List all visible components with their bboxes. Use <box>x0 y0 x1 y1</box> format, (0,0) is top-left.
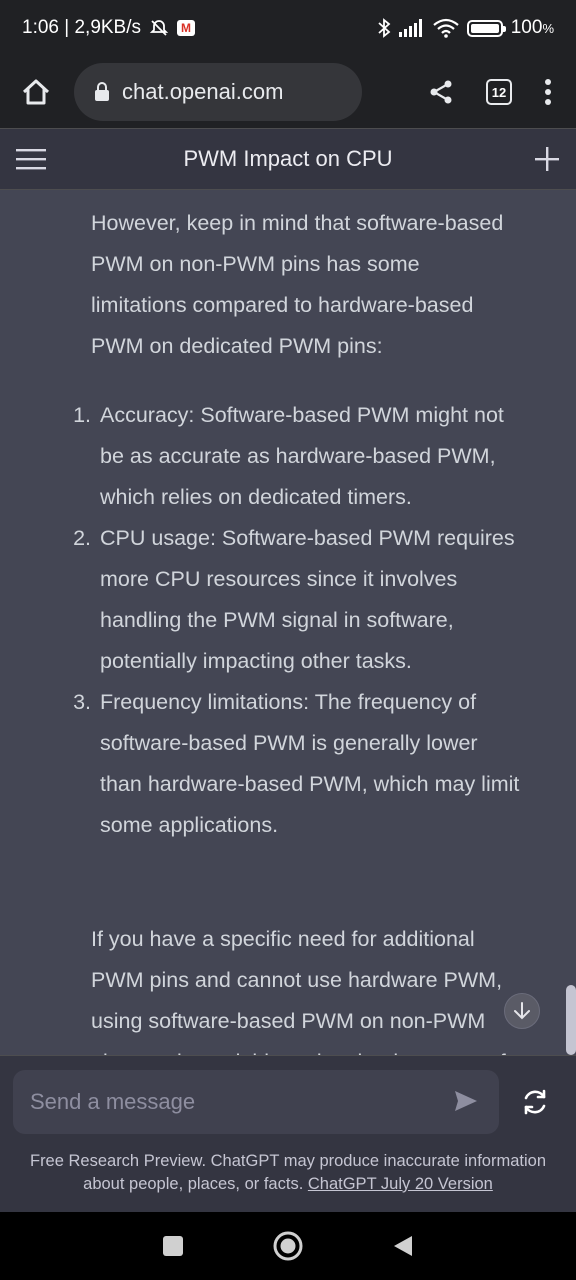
gmail-icon: M <box>177 20 196 36</box>
lock-icon <box>95 82 109 101</box>
url-text: chat.openai.com <box>122 79 284 104</box>
chat-area[interactable]: However, keep in mind that software-base… <box>0 190 576 1055</box>
list-item: 3. Frequency limitations: The frequency … <box>65 682 521 846</box>
disclaimer: Free Research Preview. ChatGPT may produ… <box>10 1150 566 1196</box>
system-nav-bar <box>0 1212 576 1280</box>
app-header: PWM Impact on CPU <box>0 128 576 190</box>
wifi-icon <box>433 18 459 38</box>
send-icon[interactable] <box>453 1088 479 1114</box>
composer: Free Research Preview. ChatGPT may produ… <box>0 1055 576 1212</box>
home-button[interactable] <box>16 72 56 112</box>
tab-count: 12 <box>491 84 507 100</box>
scrollbar[interactable] <box>566 985 576 1055</box>
muted-icon <box>149 20 169 36</box>
home-icon <box>22 79 50 105</box>
regenerate-icon[interactable] <box>520 1087 550 1117</box>
message-input-box[interactable] <box>13 1070 499 1134</box>
battery-icon <box>466 19 506 37</box>
list-number: 1. <box>73 403 91 427</box>
battery-level: 100% <box>510 17 554 38</box>
back-icon[interactable] <box>392 1234 414 1258</box>
list-text: Frequency limitations: The frequency of … <box>100 690 520 837</box>
signal-icon <box>398 19 422 37</box>
status-time: 1:06 | 2,9KB/s <box>22 17 142 38</box>
home-circle-icon[interactable] <box>272 1230 304 1262</box>
more-icon[interactable] <box>544 79 552 105</box>
chat-title: PWM Impact on CPU <box>183 146 393 171</box>
plus-icon[interactable] <box>534 146 560 172</box>
list-text: Accuracy: Software-based PWM might not b… <box>100 403 504 509</box>
browser-toolbar: chat.openai.com 12 <box>0 56 576 128</box>
scroll-down-button[interactable] <box>504 993 540 1029</box>
tabs-icon[interactable]: 12 <box>486 79 512 105</box>
list-item: 1. Accuracy: Software-based PWM might no… <box>65 395 521 518</box>
version-link[interactable]: ChatGPT July 20 Version <box>308 1175 493 1193</box>
message-intro: However, keep in mind that software-base… <box>91 211 504 358</box>
limitations-list: 1. Accuracy: Software-based PWM might no… <box>65 395 521 846</box>
message-outro: If you have a specific need for addition… <box>91 927 506 1055</box>
status-bar: 1:06 | 2,9KB/s M 100% <box>0 0 576 56</box>
share-icon[interactable] <box>428 79 454 105</box>
bluetooth-icon <box>378 18 391 38</box>
list-item: 2. CPU usage: Software-based PWM require… <box>65 518 521 682</box>
message-input[interactable] <box>30 1089 430 1115</box>
arrow-down-icon <box>514 1002 530 1020</box>
list-number: 3. <box>73 690 91 714</box>
address-bar[interactable]: chat.openai.com <box>74 63 362 121</box>
list-text: CPU usage: Software-based PWM requires m… <box>100 526 515 673</box>
recents-icon[interactable] <box>162 1235 184 1257</box>
menu-icon[interactable] <box>16 148 46 170</box>
list-number: 2. <box>73 526 91 550</box>
